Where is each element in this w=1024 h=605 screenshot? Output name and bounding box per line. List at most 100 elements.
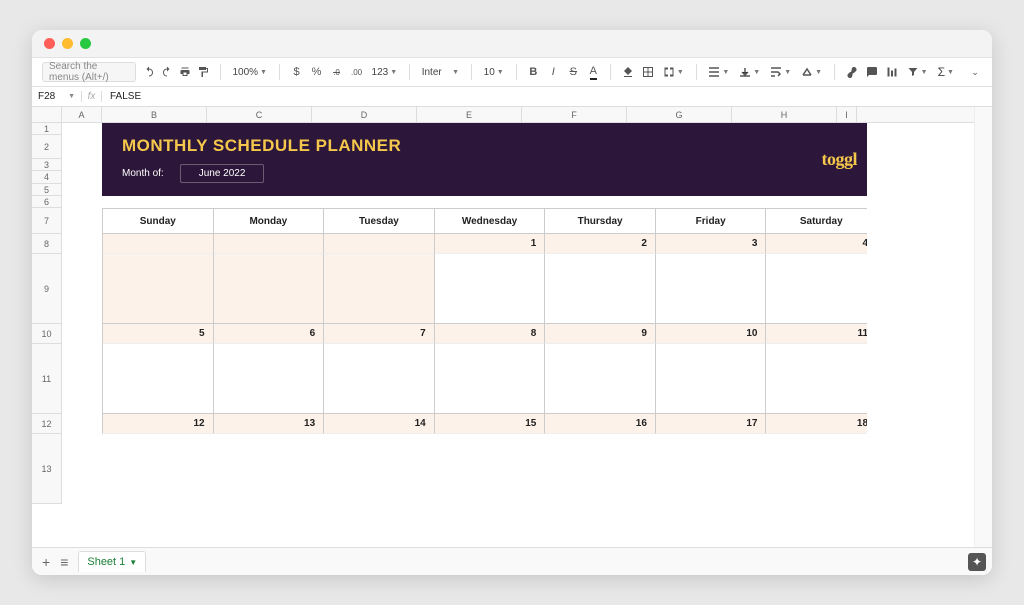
- print-button[interactable]: [178, 63, 192, 81]
- select-all-corner[interactable]: [32, 107, 62, 122]
- col-header[interactable]: A: [62, 107, 102, 122]
- functions-dropdown[interactable]: Σ▼: [936, 65, 956, 79]
- undo-button[interactable]: [142, 63, 156, 81]
- paint-format-button[interactable]: [196, 63, 210, 81]
- schedule-cell[interactable]: [214, 254, 325, 324]
- date-cell[interactable]: 16: [545, 414, 656, 434]
- schedule-cell[interactable]: [324, 344, 435, 414]
- date-cell[interactable]: [324, 234, 435, 254]
- month-value-cell[interactable]: June 2022: [180, 164, 265, 183]
- col-header[interactable]: D: [312, 107, 417, 122]
- date-cell[interactable]: 18: [766, 414, 877, 434]
- schedule-cell[interactable]: [545, 344, 656, 414]
- formula-input[interactable]: FALSE: [102, 91, 149, 102]
- schedule-cell[interactable]: [766, 344, 877, 414]
- date-cell[interactable]: 8: [435, 324, 546, 344]
- row-header[interactable]: 6: [32, 196, 61, 208]
- toolbar: Search the menus (Alt+/) 100%▼ $ % .0 .0…: [32, 58, 992, 87]
- name-box[interactable]: F28▼: [32, 91, 82, 102]
- date-cell[interactable]: 14: [324, 414, 435, 434]
- col-header[interactable]: H: [732, 107, 837, 122]
- row-header[interactable]: 10: [32, 324, 61, 344]
- schedule-cell[interactable]: [656, 254, 767, 324]
- row-header[interactable]: 12: [32, 414, 61, 434]
- format-percent-button[interactable]: %: [310, 63, 324, 81]
- font-family-dropdown[interactable]: Inter▼: [420, 67, 461, 78]
- text-rotation-dropdown[interactable]: ▼: [799, 67, 824, 77]
- menu-search-input[interactable]: Search the menus (Alt+/): [42, 62, 136, 82]
- format-currency-button[interactable]: $: [290, 63, 304, 81]
- insert-chart-button[interactable]: [885, 63, 899, 81]
- date-cell[interactable]: 2: [545, 234, 656, 254]
- schedule-cell[interactable]: [324, 254, 435, 324]
- col-header[interactable]: G: [627, 107, 732, 122]
- row-header[interactable]: 1: [32, 123, 61, 135]
- toolbar-collapse-button[interactable]: ⌄: [968, 63, 982, 81]
- col-header[interactable]: E: [417, 107, 522, 122]
- zoom-dropdown[interactable]: 100%▼: [230, 67, 269, 78]
- date-cell[interactable]: 15: [435, 414, 546, 434]
- date-cell[interactable]: 9: [545, 324, 656, 344]
- schedule-cell[interactable]: [435, 254, 546, 324]
- date-cell[interactable]: [102, 234, 214, 254]
- sheet-tab[interactable]: Sheet 1 ▼: [78, 551, 146, 572]
- schedule-cell[interactable]: [766, 254, 877, 324]
- borders-button[interactable]: [641, 63, 655, 81]
- row-header[interactable]: 5: [32, 184, 61, 196]
- row-header[interactable]: 11: [32, 344, 61, 414]
- col-header[interactable]: B: [102, 107, 207, 122]
- explore-button[interactable]: ✦: [968, 553, 986, 571]
- fill-color-button[interactable]: [621, 63, 635, 81]
- date-cell[interactable]: 6: [214, 324, 325, 344]
- strikethrough-button[interactable]: S: [566, 63, 580, 81]
- schedule-cell[interactable]: [214, 344, 325, 414]
- date-cell[interactable]: 12: [102, 414, 214, 434]
- date-cell[interactable]: 7: [324, 324, 435, 344]
- row-header[interactable]: 7: [32, 208, 61, 234]
- row-header[interactable]: 9: [32, 254, 61, 324]
- date-cell[interactable]: 13: [214, 414, 325, 434]
- decrease-decimal-button[interactable]: .0: [330, 63, 344, 81]
- window-maximize-button[interactable]: [80, 38, 91, 49]
- spreadsheet-grid[interactable]: A B C D E F G H I 1 2 3 4 5 6 7 8 9 10 1…: [32, 107, 992, 547]
- number-format-dropdown[interactable]: 123▼: [370, 67, 400, 78]
- row-header[interactable]: 4: [32, 171, 61, 184]
- insert-comment-button[interactable]: [865, 63, 879, 81]
- font-size-dropdown[interactable]: 10▼: [482, 67, 506, 78]
- bold-button[interactable]: B: [526, 63, 540, 81]
- col-header[interactable]: F: [522, 107, 627, 122]
- date-cell[interactable]: 5: [102, 324, 214, 344]
- merge-cells-dropdown[interactable]: ▼: [661, 66, 686, 78]
- row-header[interactable]: 13: [32, 434, 61, 504]
- vertical-align-dropdown[interactable]: ▼: [737, 67, 762, 77]
- row-header[interactable]: 8: [32, 234, 61, 254]
- increase-decimal-button[interactable]: .00: [350, 63, 364, 81]
- add-sheet-button[interactable]: +: [42, 554, 50, 570]
- col-header[interactable]: C: [207, 107, 312, 122]
- date-cell[interactable]: 3: [656, 234, 767, 254]
- schedule-cell[interactable]: [656, 344, 767, 414]
- horizontal-align-dropdown[interactable]: ▼: [706, 67, 731, 77]
- schedule-cell[interactable]: [102, 344, 214, 414]
- insert-link-button[interactable]: [845, 63, 859, 81]
- schedule-cell[interactable]: [545, 254, 656, 324]
- window-close-button[interactable]: [44, 38, 55, 49]
- schedule-cell[interactable]: [102, 254, 214, 324]
- all-sheets-button[interactable]: ≡: [60, 554, 68, 570]
- text-wrap-dropdown[interactable]: ▼: [768, 67, 793, 77]
- italic-button[interactable]: I: [546, 63, 560, 81]
- date-cell[interactable]: 17: [656, 414, 767, 434]
- redo-button[interactable]: [160, 63, 174, 81]
- filter-dropdown[interactable]: ▼: [905, 66, 930, 78]
- schedule-cell[interactable]: [435, 344, 546, 414]
- col-header[interactable]: I: [837, 107, 857, 122]
- text-color-button[interactable]: A: [586, 63, 600, 81]
- date-cell[interactable]: 11: [766, 324, 877, 344]
- row-header[interactable]: 2: [32, 135, 61, 159]
- date-cell[interactable]: 10: [656, 324, 767, 344]
- date-cell[interactable]: 4: [766, 234, 877, 254]
- window-minimize-button[interactable]: [62, 38, 73, 49]
- date-cell[interactable]: [214, 234, 325, 254]
- date-cell[interactable]: 1: [435, 234, 546, 254]
- row-header[interactable]: 3: [32, 159, 61, 171]
